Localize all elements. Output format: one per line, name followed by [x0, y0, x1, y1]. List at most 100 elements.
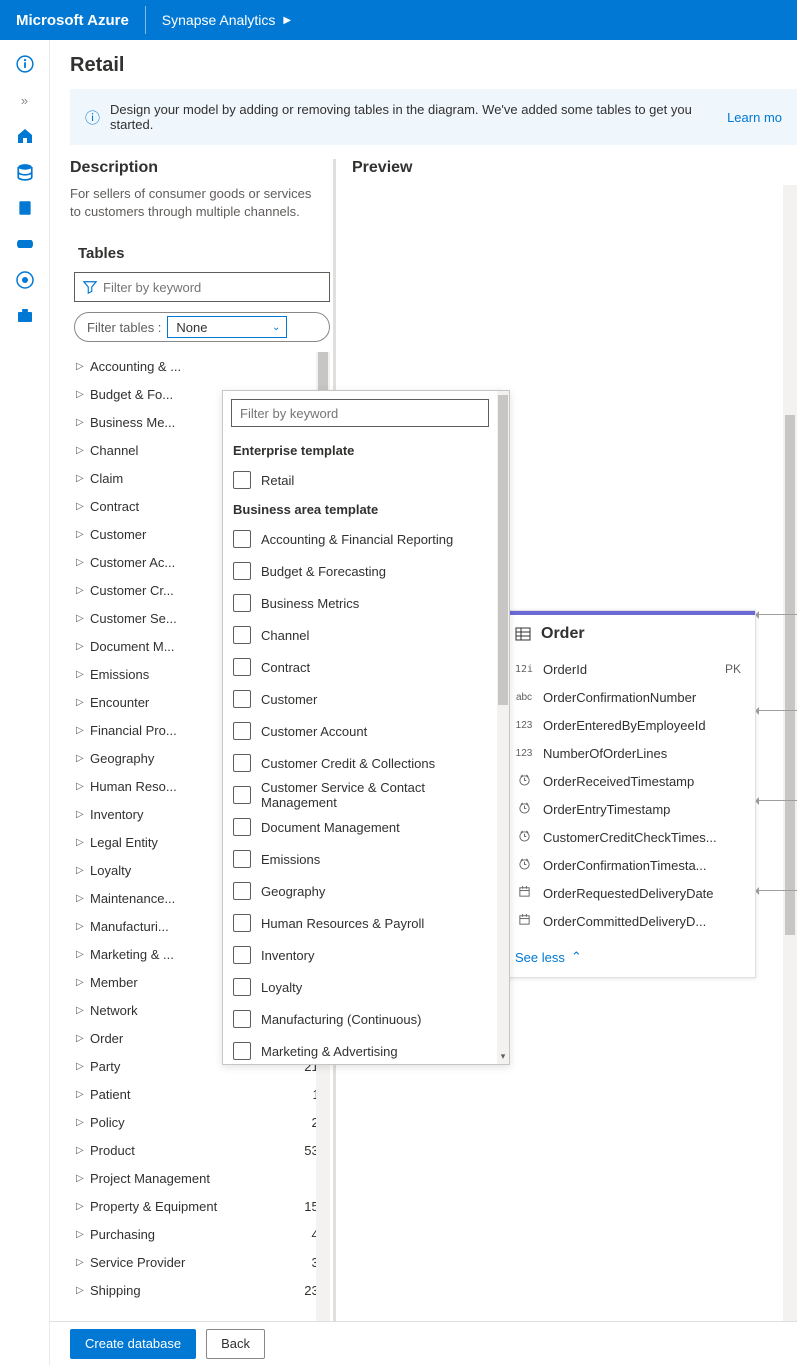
column-name: OrderConfirmationTimesta...: [543, 858, 731, 873]
manage-icon[interactable]: [9, 300, 41, 332]
dropdown-scrollbar[interactable]: ▾: [497, 391, 509, 1064]
checkbox[interactable]: [233, 754, 251, 772]
dropdown-option[interactable]: Retail: [231, 464, 489, 496]
service-breadcrumb[interactable]: Synapse Analytics ▶: [146, 12, 307, 28]
dropdown-option[interactable]: Customer Service & Contact Management: [231, 779, 489, 811]
pk-badge: PK: [725, 662, 741, 676]
column-name: OrderCommittedDeliveryD...: [543, 914, 731, 929]
column-row[interactable]: abcOrderConfirmationNumber: [515, 683, 741, 711]
column-row[interactable]: OrderRequestedDeliveryDate: [515, 879, 741, 907]
scroll-down-arrow-icon[interactable]: ▾: [497, 1051, 509, 1062]
column-row[interactable]: OrderEntryTimestamp: [515, 795, 741, 823]
table-category-row[interactable]: ▷Patient11: [70, 1080, 330, 1108]
table-category-row[interactable]: ▷Product535: [70, 1136, 330, 1164]
expand-tri-icon: ▷: [76, 501, 90, 512]
checkbox[interactable]: [233, 946, 251, 964]
dropdown-option[interactable]: Document Management: [231, 811, 489, 843]
column-row[interactable]: OrderCommittedDeliveryD...: [515, 907, 741, 935]
dropdown-option[interactable]: Customer: [231, 683, 489, 715]
expand-tri-icon: ▷: [76, 473, 90, 484]
home-icon[interactable]: [9, 120, 41, 152]
expand-tri-icon: ▷: [76, 641, 90, 652]
dropdown-option[interactable]: Manufacturing (Continuous): [231, 1003, 489, 1035]
brand-label[interactable]: Microsoft Azure: [0, 12, 145, 29]
description-text: For sellers of consumer goods or service…: [70, 185, 330, 221]
checkbox[interactable]: [233, 594, 251, 612]
table-category-row[interactable]: ▷Accounting & ...: [70, 352, 330, 380]
relationship-arrow: [757, 800, 797, 802]
see-less-link[interactable]: See less ⌃: [501, 941, 755, 977]
table-category-row[interactable]: ▷Shipping238: [70, 1276, 330, 1304]
filter-tables-dropdown[interactable]: None ⌄: [167, 316, 287, 338]
order-entity-card[interactable]: Order 12iOrderIdPKabcOrderConfirmationNu…: [500, 610, 756, 978]
notebook-icon[interactable]: [9, 192, 41, 224]
footer-action-bar: Create database Back: [50, 1321, 797, 1365]
dropdown-option[interactable]: Emissions: [231, 843, 489, 875]
option-label: Customer Service & Contact Management: [261, 780, 489, 810]
filter-dropdown-popup: Enterprise template Retail Business area…: [222, 390, 510, 1065]
checkbox[interactable]: [233, 786, 251, 804]
dropdown-option[interactable]: Channel: [231, 619, 489, 651]
table-category-row[interactable]: ▷Project Management4: [70, 1164, 330, 1192]
back-button[interactable]: Back: [206, 1329, 265, 1359]
checkbox[interactable]: [233, 626, 251, 644]
dropdown-option[interactable]: Business Metrics: [231, 587, 489, 619]
checkbox[interactable]: [233, 978, 251, 996]
checkbox[interactable]: [233, 530, 251, 548]
dropdown-option[interactable]: Customer Credit & Collections: [231, 747, 489, 779]
column-row[interactable]: 123OrderEnteredByEmployeeId: [515, 711, 741, 739]
dropdown-option[interactable]: Budget & Forecasting: [231, 555, 489, 587]
expand-tri-icon: ▷: [76, 361, 90, 372]
column-row[interactable]: OrderReceivedTimestamp: [515, 767, 741, 795]
info-icon[interactable]: [9, 48, 41, 80]
checkbox[interactable]: [233, 850, 251, 868]
dropdown-option[interactable]: Marketing & Advertising: [231, 1035, 489, 1064]
dropdown-option[interactable]: Accounting & Financial Reporting: [231, 523, 489, 555]
expand-tri-icon: ▷: [76, 1201, 90, 1212]
create-database-button[interactable]: Create database: [70, 1329, 196, 1359]
dropdown-option[interactable]: Customer Account: [231, 715, 489, 747]
filter-keyword-input[interactable]: [103, 280, 321, 295]
column-row[interactable]: 12iOrderIdPK: [515, 655, 741, 683]
filter-keyword-input-wrap[interactable]: [74, 272, 330, 302]
dropdown-option[interactable]: Human Resources & Payroll: [231, 907, 489, 939]
checkbox[interactable]: [233, 722, 251, 740]
monitor-icon[interactable]: [9, 264, 41, 296]
column-row[interactable]: OrderConfirmationTimesta...: [515, 851, 741, 879]
expand-tri-icon: ▷: [76, 557, 90, 568]
preview-scrollbar[interactable]: [783, 185, 797, 1321]
column-row[interactable]: CustomerCreditCheckTimes...: [515, 823, 741, 851]
database-icon[interactable]: [9, 156, 41, 188]
table-category-name: Shipping: [90, 1283, 304, 1298]
datatype-icon: abc: [515, 691, 533, 703]
checkbox[interactable]: [233, 562, 251, 580]
checkbox[interactable]: [233, 1042, 251, 1060]
table-category-name: Purchasing: [90, 1227, 312, 1242]
table-category-row[interactable]: ▷Service Provider31: [70, 1248, 330, 1276]
dropdown-filter-input[interactable]: [231, 399, 489, 427]
checkbox[interactable]: [233, 882, 251, 900]
pipeline-icon[interactable]: [9, 228, 41, 260]
checkbox[interactable]: [233, 471, 251, 489]
option-label: Emissions: [261, 852, 320, 867]
table-category-row[interactable]: ▷Property & Equipment158: [70, 1192, 330, 1220]
column-row[interactable]: 123 NumberOfOrderLines: [515, 739, 741, 767]
table-category-row[interactable]: ▷Purchasing44: [70, 1220, 330, 1248]
checkbox[interactable]: [233, 690, 251, 708]
dropdown-option[interactable]: Loyalty: [231, 971, 489, 1003]
checkbox[interactable]: [233, 818, 251, 836]
scrollbar-thumb[interactable]: [498, 395, 508, 705]
checkbox[interactable]: [233, 914, 251, 932]
table-category-name: Service Provider: [90, 1255, 312, 1270]
column-name: NumberOfOrderLines: [543, 746, 731, 761]
datatype-icon: 123: [515, 747, 533, 759]
dropdown-option[interactable]: Geography: [231, 875, 489, 907]
learn-more-link[interactable]: Learn mo: [727, 110, 782, 125]
table-category-row[interactable]: ▷Policy21: [70, 1108, 330, 1136]
dropdown-option[interactable]: Contract: [231, 651, 489, 683]
expand-sidebar-icon[interactable]: »: [9, 84, 41, 116]
checkbox[interactable]: [233, 1010, 251, 1028]
dropdown-option[interactable]: Inventory: [231, 939, 489, 971]
scrollbar-thumb[interactable]: [785, 415, 795, 935]
checkbox[interactable]: [233, 658, 251, 676]
